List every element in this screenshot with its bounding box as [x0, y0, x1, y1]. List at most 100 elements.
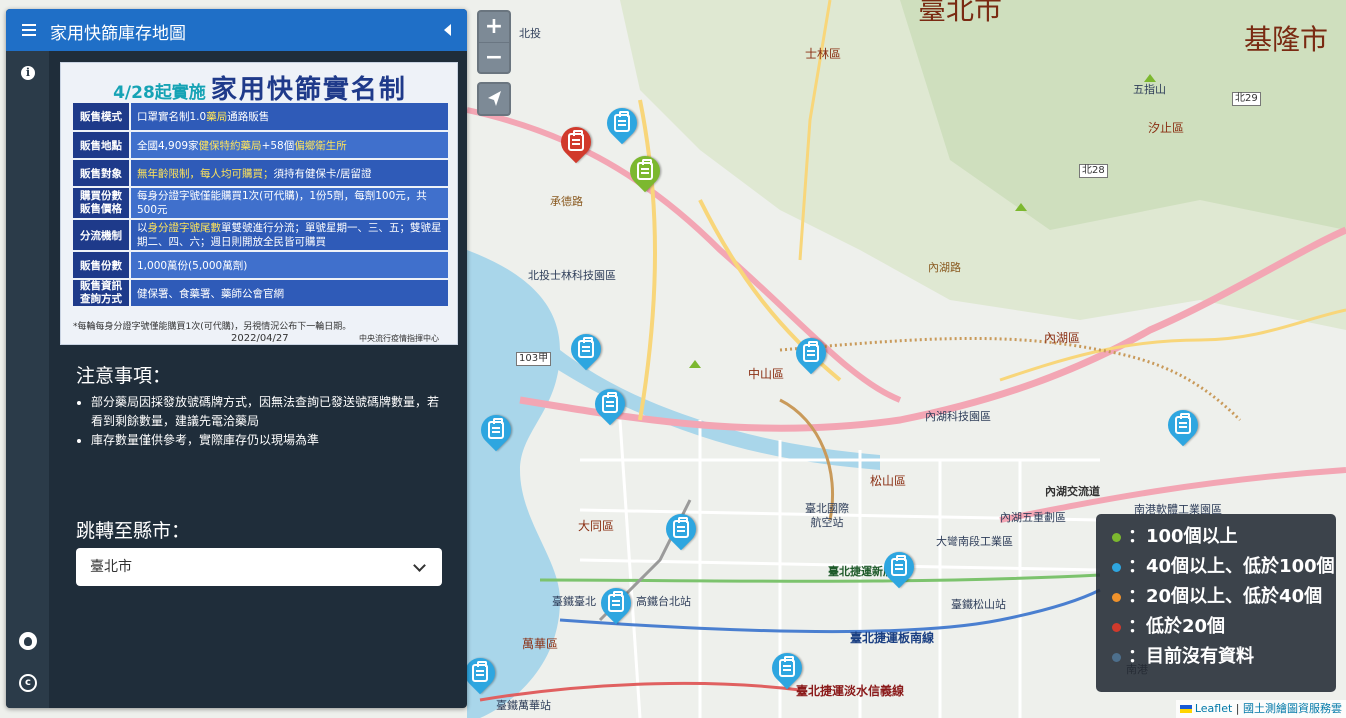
- poster-date-prefix: 4/28起實施: [113, 83, 206, 103]
- status-dot-icon: [1112, 653, 1121, 662]
- poster-row: 分流機制 以身分證字號尾數單雙號進行分流；單號星期一、三、五；雙號星期二、四、六…: [73, 219, 448, 252]
- poster-row-key: 販售地點: [73, 131, 131, 160]
- pharmacy-marker[interactable]: [659, 507, 703, 558]
- map-label-neihu-road: 內湖路: [928, 261, 961, 274]
- legend: ：100個以上 ：40個以上、低於100個 ：20個以上、低於40個 ：低於20…: [1096, 514, 1336, 692]
- sidebar-content: 4/28起實施 家用快篩實名制 販售模式 口罩實名制1.0藥局通路販售 販售地點…: [49, 51, 467, 708]
- notes-list: 部分藥局因採發放號碼牌方式，因無法查詢已發送號碼牌數量，若看到剩餘數量，建議先電…: [91, 393, 443, 450]
- poster-row: 販售對象 無年齡限制，每人均可購買；須持有健保卡/居留證: [73, 159, 448, 188]
- pharmacy-marker[interactable]: [623, 149, 667, 200]
- status-dot-icon: [1112, 623, 1121, 632]
- map-label-neihu: 內湖區: [1044, 331, 1081, 345]
- poster-date: 2022/04/27: [231, 333, 289, 344]
- poster-row-value: 每身分證字號僅能購買1次(可代購)，1份5劑，每劑100元，共500元: [130, 187, 448, 220]
- pharmacy-marker[interactable]: [564, 327, 608, 378]
- pharmacy-marker[interactable]: [1161, 403, 1205, 454]
- map-label-airport: 臺北國際 航空站: [805, 502, 849, 529]
- status-dot-icon: [1112, 563, 1121, 572]
- sidebar: 家用快篩庫存地圖 i c 4/28起實施 家用快篩實名制 販售模式 口罩實名制1…: [6, 9, 467, 708]
- map-label-zhongshan: 中山區: [748, 367, 785, 381]
- map-label-wanhua-st: 臺鐵萬華站: [496, 699, 551, 712]
- legend-item: ：20個以上、低於40個: [1106, 582, 1326, 612]
- zoom-in-button[interactable]: +: [479, 12, 509, 42]
- poster-org: 中央流行疫情指揮中心: [359, 334, 439, 343]
- status-dot-icon: [1112, 593, 1121, 602]
- map-label-tpe-main: 臺鐵臺北: [552, 595, 596, 608]
- city-select-value: 臺北市: [90, 559, 132, 575]
- poster-row: 販售份數 1,000萬份(5,000萬劑): [73, 251, 448, 280]
- poster-row-key: 販售資訊 查詢方式: [73, 279, 131, 308]
- map-label-songshan-st: 臺鐵松山站: [951, 598, 1006, 611]
- zoom-out-button[interactable]: −: [479, 42, 509, 72]
- collapse-sidebar-icon[interactable]: [444, 24, 451, 36]
- jump-to-city-label: 跳轉至縣市：: [76, 520, 191, 542]
- poster-row-value: 以身分證字號尾數單雙號進行分流；單號星期一、三、五；雙號星期二、四、六；週日則開…: [130, 219, 448, 252]
- pharmacy-marker[interactable]: [474, 408, 518, 459]
- notes-title: 注意事項：: [76, 365, 172, 387]
- city-select[interactable]: 臺北市: [76, 548, 442, 586]
- map-label-neihu-expressway: 內湖交流道: [1045, 485, 1100, 498]
- poster-row-key: 販售份數: [73, 251, 131, 280]
- sidebar-header: 家用快篩庫存地圖: [6, 9, 467, 51]
- map-label-songshan: 松山區: [870, 474, 907, 488]
- locate-arrow-icon: [488, 91, 501, 106]
- poster-row-key: 販售對象: [73, 159, 131, 188]
- leaflet-link[interactable]: Leaflet: [1195, 702, 1232, 715]
- poster-row-value: 全國4,909家健保特約藥局+58個偏鄉衛生所: [130, 131, 448, 160]
- pharmacy-marker[interactable]: [554, 120, 598, 171]
- map-label-bannan-line: 臺北捷運板南線: [850, 631, 935, 645]
- map-label-datong: 大同區: [578, 519, 615, 533]
- poster-row: 販售模式 口罩實名制1.0藥局通路販售: [73, 103, 448, 132]
- pharmacy-marker[interactable]: [588, 382, 632, 433]
- map-label-beitou-sci: 北投士林科技園區: [528, 269, 616, 282]
- copyright-icon[interactable]: c: [18, 673, 38, 693]
- pharmacy-marker[interactable]: [877, 545, 921, 596]
- poster-headline: 4/28起實施 家用快篩實名制: [61, 69, 459, 106]
- poster-row-key: 分流機制: [73, 219, 131, 252]
- chevron-down-icon: [413, 559, 426, 572]
- legend-item: ：目前沒有資料: [1106, 642, 1326, 672]
- poster-row-key: 購買份數 販售價格: [73, 187, 131, 220]
- map-label-103: 103甲: [516, 352, 552, 366]
- map-label-bei29: 北29: [1232, 92, 1261, 106]
- map-label-wuzhi: 五指山: [1133, 83, 1166, 96]
- poster-row-value: 健保署、食藥署、藥師公會官網: [130, 279, 448, 308]
- map-label-dawan: 大彎南段工業區: [936, 535, 1013, 548]
- hamburger-icon[interactable]: [22, 24, 36, 36]
- zoom-control: + −: [477, 10, 511, 74]
- credit-link[interactable]: 國土測繪圖資服務雲: [1243, 702, 1342, 715]
- pharmacy-marker[interactable]: [594, 581, 638, 632]
- map-label-wanhua: 萬華區: [522, 637, 559, 651]
- map-label-neihu-sci: 內湖科技園區: [925, 410, 991, 423]
- poster-row: 販售地點 全國4,909家健保特約藥局+58個偏鄉衛生所: [73, 131, 448, 160]
- legend-item: ：100個以上: [1106, 522, 1326, 552]
- map-label-hsr-main: 高鐵台北站: [636, 595, 691, 608]
- note-item: 庫存數量僅供參考，實際庫存仍以現場為準: [91, 431, 443, 450]
- map-attribution: Leaflet | 國土測繪圖資服務雲: [1175, 700, 1346, 718]
- app-title: 家用快篩庫存地圖: [50, 24, 186, 44]
- pharmacy-marker[interactable]: [600, 101, 644, 152]
- locate-button[interactable]: [477, 82, 511, 116]
- poster-row-value: 無年齡限制，每人均可購買；須持有健保卡/居留證: [130, 159, 448, 188]
- poster-row-key: 販售模式: [73, 103, 131, 132]
- pharmacy-marker[interactable]: [458, 651, 502, 702]
- github-icon[interactable]: [18, 631, 38, 651]
- legend-item: ：低於20個: [1106, 612, 1326, 642]
- poster-table: 販售模式 口罩實名制1.0藥局通路販售 販售地點 全國4,909家健保特約藥局+…: [73, 103, 448, 308]
- poster-row: 購買份數 販售價格 每身分證字號僅能購買1次(可代購)，1份5劑，每劑100元，…: [73, 187, 448, 220]
- pharmacy-marker[interactable]: [789, 331, 833, 382]
- map-label-bei28: 北28: [1079, 164, 1108, 178]
- poster-row: 販售資訊 查詢方式 健保署、食藥署、藥師公會官網: [73, 279, 448, 308]
- map-label-xinyi-line: 臺北捷運淡水信義線: [796, 684, 905, 698]
- map-label-chengde: 承德路: [550, 195, 583, 208]
- policy-poster: 4/28起實施 家用快篩實名制 販售模式 口罩實名制1.0藥局通路販售 販售地點…: [60, 62, 458, 345]
- poster-row-value: 1,000萬份(5,000萬劑): [130, 251, 448, 280]
- legend-item: ：40個以上、低於100個: [1106, 552, 1335, 582]
- info-icon[interactable]: i: [18, 63, 38, 83]
- note-item: 部分藥局因採發放號碼牌方式，因無法查詢已發送號碼牌數量，若看到剩餘數量，建議先電…: [91, 393, 443, 431]
- pharmacy-marker[interactable]: [765, 646, 809, 697]
- map-label-beitou: 北投: [519, 27, 541, 40]
- poster-footnote: *每輪每身分證字號僅能購買1次(可代購)，另視情況公布下一輪日期。: [73, 322, 352, 332]
- flag-icon: [1179, 705, 1192, 713]
- sidebar-tabs: i c: [6, 51, 49, 708]
